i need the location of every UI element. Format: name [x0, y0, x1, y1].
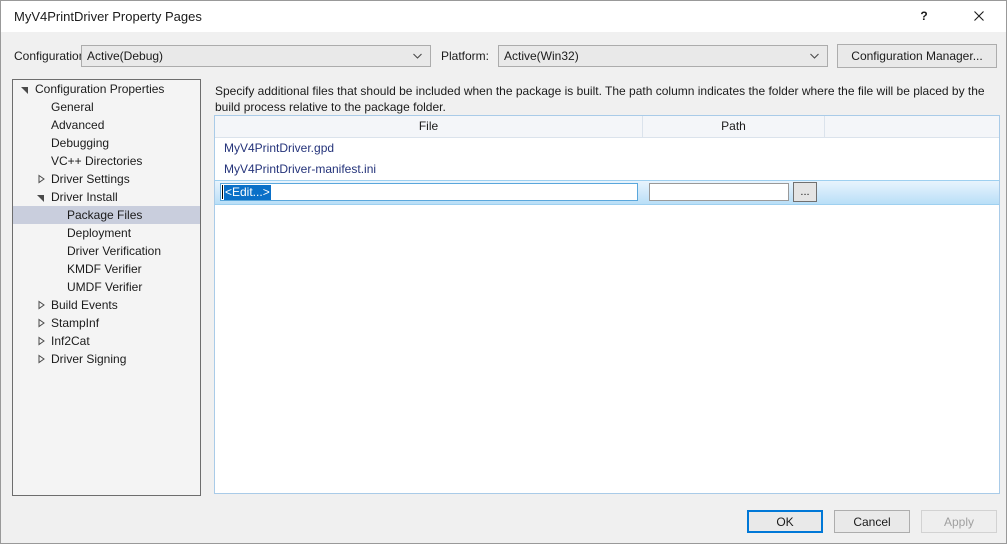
triangle-right-icon[interactable]	[33, 170, 49, 188]
file-name-cell: MyV4PrintDriver.gpd	[224, 141, 335, 155]
grid-edit-row[interactable]: <Edit...> ...	[215, 180, 999, 205]
platform-label: Platform:	[441, 49, 490, 63]
tree-item-label: Driver Signing	[51, 352, 127, 366]
file-name-input-value: <Edit...>	[224, 185, 271, 200]
tree-item-debugging[interactable]: Debugging	[13, 134, 200, 152]
column-header-file[interactable]: File	[215, 116, 643, 137]
tree-item-label: Debugging	[51, 136, 110, 150]
file-name-input[interactable]: <Edit...>	[220, 183, 638, 201]
table-row[interactable]: MyV4PrintDriver-manifest.ini	[215, 159, 999, 180]
tree-item-label: UMDF Verifier	[67, 280, 143, 294]
tree-item-kmdf-verifier[interactable]: KMDF Verifier	[13, 260, 200, 278]
chevron-down-icon	[412, 46, 423, 66]
tree-item-driver-install[interactable]: Driver Install	[13, 188, 200, 206]
triangle-right-icon[interactable]	[33, 296, 49, 314]
tree-item-label: VC++ Directories	[51, 154, 143, 168]
triangle-down-icon[interactable]	[17, 80, 33, 98]
tree-item-build-events[interactable]: Build Events	[13, 296, 200, 314]
tree-item-label: Advanced	[51, 118, 105, 132]
apply-button: Apply	[921, 510, 997, 533]
triangle-down-icon[interactable]	[33, 188, 49, 206]
triangle-right-icon[interactable]	[33, 332, 49, 350]
page-description: Specify additional files that should be …	[215, 84, 985, 114]
cancel-button[interactable]: Cancel	[834, 510, 910, 533]
triangle-right-icon[interactable]	[33, 314, 49, 332]
platform-value: Active(Win32)	[504, 49, 579, 63]
table-row[interactable]: MyV4PrintDriver.gpd	[215, 138, 999, 159]
tree-item-label: Package Files	[67, 208, 143, 222]
platform-dropdown[interactable]: Active(Win32)	[498, 45, 828, 67]
title-bar: MyV4PrintDriver Property Pages ?	[1, 1, 1006, 33]
tree-item-configuration-properties[interactable]: Configuration Properties	[13, 80, 200, 98]
tree-item-label: Deployment	[67, 226, 132, 240]
tree-item-label: Driver Settings	[51, 172, 130, 186]
ok-button[interactable]: OK	[747, 510, 823, 533]
browse-button[interactable]: ...	[793, 182, 817, 202]
tree-item-label: General	[51, 100, 94, 114]
tree-item-deployment[interactable]: Deployment	[13, 224, 200, 242]
tree-item-label: StampInf	[51, 316, 100, 330]
configuration-label: Configuration:	[14, 49, 89, 63]
triangle-right-icon[interactable]	[33, 350, 49, 368]
tree-item-vcplusplus-directories[interactable]: VC++ Directories	[13, 152, 200, 170]
tree-item-driver-signing[interactable]: Driver Signing	[13, 350, 200, 368]
column-header-path[interactable]: Path	[643, 116, 825, 137]
help-button[interactable]: ?	[901, 1, 946, 31]
close-icon	[956, 9, 1001, 23]
tree-item-label: KMDF Verifier	[67, 262, 142, 276]
configuration-bar: Configuration: Active(Debug) Platform: A…	[1, 32, 1006, 72]
svg-text:?: ?	[920, 9, 927, 23]
configuration-value: Active(Debug)	[87, 49, 164, 63]
tree-item-label: Driver Verification	[67, 244, 162, 258]
tree-item-driver-settings[interactable]: Driver Settings	[13, 170, 200, 188]
grid-header-row: File Path	[215, 116, 999, 138]
path-input[interactable]	[649, 183, 789, 201]
window-title: MyV4PrintDriver Property Pages	[14, 9, 202, 24]
tree-item-label: Build Events	[51, 298, 118, 312]
tree-item-stampinf[interactable]: StampInf	[13, 314, 200, 332]
tree-item-label: Driver Install	[51, 190, 118, 204]
column-header-blank[interactable]	[825, 116, 999, 137]
chevron-down-icon	[809, 46, 820, 66]
close-button[interactable]	[956, 1, 1001, 31]
question-mark-icon: ?	[901, 9, 946, 23]
configuration-properties-tree[interactable]: Configuration Properties General Advanced D…	[12, 79, 201, 496]
tree-item-inf2cat[interactable]: Inf2Cat	[13, 332, 200, 350]
grid-body: MyV4PrintDriver.gpd MyV4PrintDriver-manif…	[215, 138, 999, 180]
configuration-manager-button[interactable]: Configuration Manager...	[837, 44, 997, 68]
tree-item-package-files[interactable]: Package Files	[13, 206, 200, 224]
tree-item-advanced[interactable]: Advanced	[13, 116, 200, 134]
tree-item-general[interactable]: General	[13, 98, 200, 116]
package-files-grid[interactable]: File Path MyV4PrintDriver.gpd MyV4PrintDr…	[214, 115, 1000, 494]
text-caret	[222, 185, 223, 199]
configuration-dropdown[interactable]: Active(Debug)	[81, 45, 431, 67]
tree-item-label: Configuration Properties	[35, 82, 165, 96]
property-pages-dialog: MyV4PrintDriver Property Pages ? Configu…	[0, 0, 1007, 544]
tree-item-umdf-verifier[interactable]: UMDF Verifier	[13, 278, 200, 296]
file-name-cell: MyV4PrintDriver-manifest.ini	[224, 162, 377, 176]
tree-item-driver-verification[interactable]: Driver Verification	[13, 242, 200, 260]
tree-item-label: Inf2Cat	[51, 334, 90, 348]
